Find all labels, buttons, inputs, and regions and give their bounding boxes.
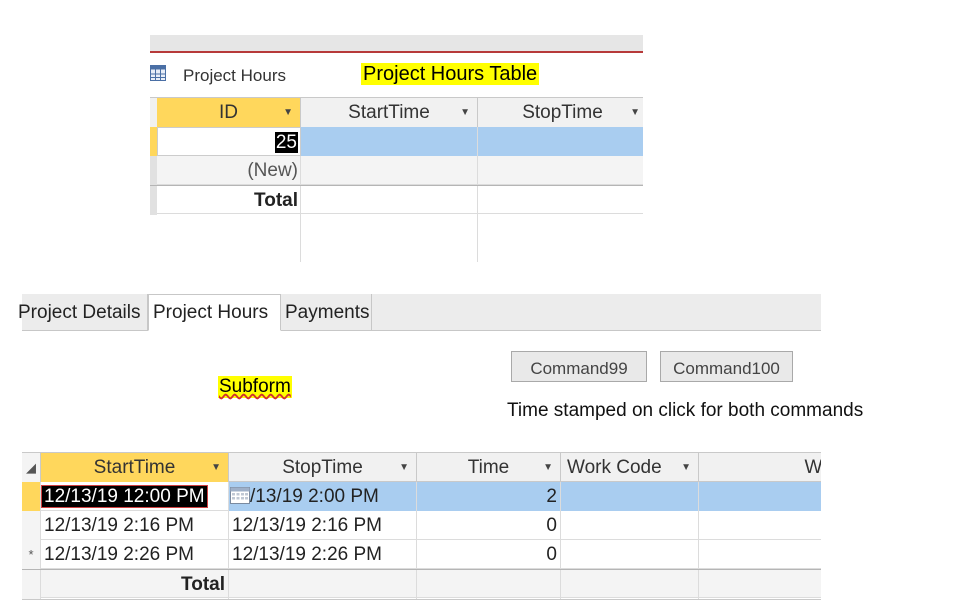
dropdown-arrow-icon[interactable]: ▼ <box>543 453 553 482</box>
total-cell[interactable] <box>478 186 643 215</box>
stoptime-cell[interactable]: 12/13/19 2:16 PM <box>229 511 417 540</box>
total-cell[interactable] <box>301 186 478 215</box>
column-header-id[interactable]: ID ▼ <box>157 98 301 127</box>
time-cell[interactable]: 0 <box>417 540 561 569</box>
starttime-cell[interactable] <box>301 156 478 185</box>
starttime-cell[interactable]: 12/13/19 12:00 PM <box>41 482 229 511</box>
dropdown-arrow-icon[interactable]: ▼ <box>283 98 293 127</box>
id-cell[interactable]: (New) <box>157 156 301 185</box>
total-cell[interactable] <box>561 570 699 599</box>
new-record-marker[interactable]: * <box>22 540 41 569</box>
column-label: ID <box>219 102 238 123</box>
command100-button[interactable]: Command100 <box>660 351 793 382</box>
time-cell[interactable]: 0 <box>417 511 561 540</box>
column-header-stoptime[interactable]: StopTime ▼ <box>229 453 417 482</box>
calendar-icon[interactable] <box>230 487 250 504</box>
work-cell[interactable] <box>699 540 821 569</box>
work-cell[interactable] <box>699 511 821 540</box>
table-row[interactable]: 12/13/19 2:16 PM 12/13/19 2:16 PM 0 <box>22 511 821 540</box>
grid-footer <box>22 599 821 615</box>
stoptime-cell[interactable]: 12/13/19 2:26 PM <box>229 540 417 569</box>
total-label: Total <box>157 186 301 215</box>
work-code-cell[interactable] <box>561 540 699 569</box>
form-tab-bar: Project Details Project Hours Payments <box>18 294 821 331</box>
column-header-work[interactable]: Wor <box>699 453 821 482</box>
commands-note: Time stamped on click for both commands <box>507 400 864 421</box>
column-header-stoptime[interactable]: StopTime ▼ <box>478 98 643 127</box>
row-selector[interactable] <box>22 511 41 540</box>
work-code-cell[interactable] <box>561 511 699 540</box>
starttime-cell[interactable] <box>301 127 478 156</box>
id-cell[interactable]: 25 <box>157 127 301 156</box>
table-annotation: Project Hours Table <box>361 63 540 85</box>
total-cell[interactable] <box>699 570 821 599</box>
project-hours-table: Project Hours Project Hours Table ID ▼ S… <box>150 35 643 262</box>
dropdown-arrow-icon[interactable]: ▼ <box>211 453 221 482</box>
column-label: StopTime <box>522 102 603 123</box>
total-cell[interactable] <box>417 570 561 599</box>
table-row-new[interactable]: * 12/13/19 2:26 PM 12/13/19 2:26 PM 0 <box>22 540 821 569</box>
work-cell[interactable] <box>699 482 821 511</box>
select-all-corner[interactable]: ◢ <box>22 453 41 482</box>
starttime-cell[interactable]: 12/13/19 2:26 PM <box>41 540 229 569</box>
column-header-starttime[interactable]: StartTime ▼ <box>301 98 478 127</box>
totals-row: Total <box>22 569 821 599</box>
table-icon <box>150 65 166 81</box>
dropdown-arrow-icon[interactable]: ▼ <box>630 98 640 127</box>
column-header-starttime[interactable]: StartTime ▼ <box>41 453 229 482</box>
dropdown-arrow-icon[interactable]: ▼ <box>460 98 470 127</box>
total-label: Total <box>41 570 229 599</box>
row-selector[interactable] <box>150 156 157 185</box>
command99-button[interactable]: Command99 <box>511 351 647 382</box>
totals-row: Total <box>150 185 643 215</box>
work-code-cell[interactable] <box>561 482 699 511</box>
cell-text: 12/13/19 12:00 PM <box>41 485 208 508</box>
subform-annotation: Subform <box>218 376 292 398</box>
empty-row <box>150 214 643 262</box>
dropdown-arrow-icon[interactable]: ▼ <box>399 453 409 482</box>
column-label: Wor <box>804 457 821 478</box>
table-row-new[interactable]: (New) <box>150 156 643 185</box>
row-selector <box>150 186 157 215</box>
column-header-time[interactable]: Time ▼ <box>417 453 561 482</box>
stoptime-cell[interactable]: /13/19 2:00 PM <box>229 482 417 511</box>
dropdown-arrow-icon[interactable]: ▼ <box>681 453 691 482</box>
stoptime-cell[interactable] <box>478 156 643 185</box>
tab-project-hours[interactable]: Project Hours <box>148 294 281 331</box>
table-top-bar <box>150 35 643 53</box>
row-selector[interactable] <box>22 482 41 511</box>
column-label: StartTime <box>93 457 176 478</box>
project-hours-subform: ◢ StartTime ▼ StopTime ▼ Time ▼ Work Cod… <box>22 452 821 615</box>
row-selector <box>22 570 41 599</box>
column-label: StopTime <box>282 457 363 478</box>
grid-header: ◢ StartTime ▼ StopTime ▼ Time ▼ Work Cod… <box>22 452 821 482</box>
time-cell[interactable]: 2 <box>417 482 561 511</box>
row-selector[interactable] <box>150 127 157 156</box>
tab-project-details[interactable]: Project Details <box>14 294 148 330</box>
column-label: Work Code <box>567 457 662 478</box>
column-label: Time <box>467 457 510 478</box>
stoptime-cell[interactable] <box>478 127 643 156</box>
tab-payments[interactable]: Payments <box>281 294 372 330</box>
table-row[interactable]: 25 <box>150 127 643 156</box>
column-header-work-code[interactable]: Work Code ▼ <box>561 453 699 482</box>
starttime-cell[interactable]: 12/13/19 2:16 PM <box>41 511 229 540</box>
column-label: StartTime <box>348 102 430 123</box>
table-header: ID ▼ StartTime ▼ StopTime ▼ <box>150 97 643 128</box>
table-row[interactable]: 12/13/19 12:00 PM /13/19 2:00 PM 2 <box>22 482 821 511</box>
table-tab-title[interactable]: Project Hours <box>183 66 286 86</box>
cell-text: /13/19 2:00 PM <box>250 486 379 507</box>
total-cell[interactable] <box>229 570 417 599</box>
